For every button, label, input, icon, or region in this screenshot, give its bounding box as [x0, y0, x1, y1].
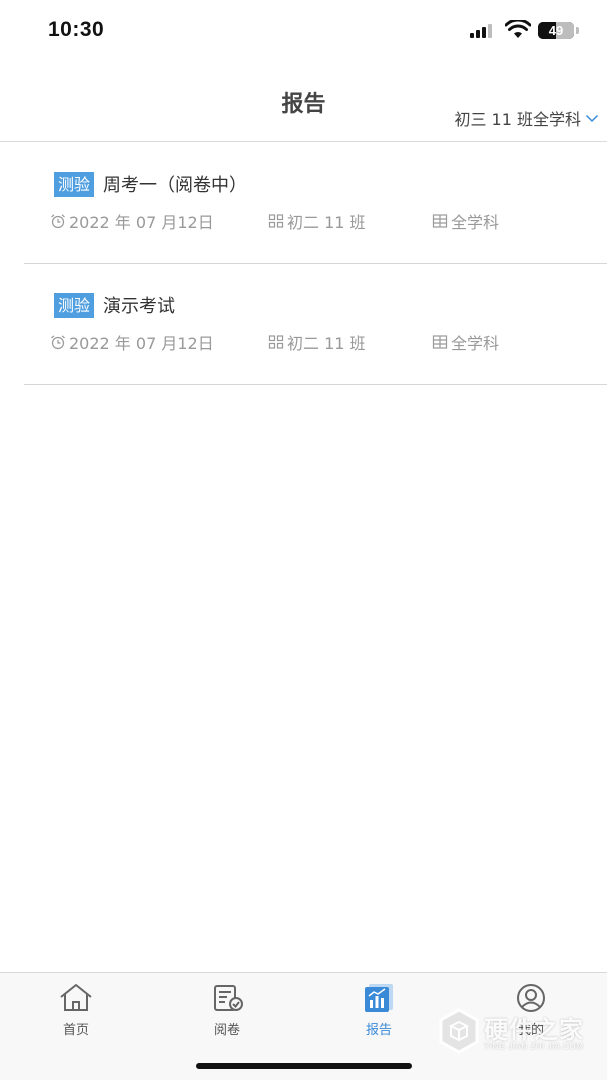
report-title: 演示考试: [103, 296, 176, 317]
tab-review-label: 阅卷: [213, 1023, 240, 1038]
tab-review[interactable]: 阅卷: [187, 983, 267, 1038]
class-group-icon: [268, 214, 284, 228]
home-indicator[interactable]: [196, 1063, 412, 1069]
home-icon: [60, 984, 92, 1011]
report-class-text: 初二 11 班: [287, 334, 366, 353]
report-class: 初二 11 班: [268, 330, 366, 354]
tab-home-label: 首页: [62, 1023, 89, 1038]
report-type-tag: 测验: [54, 292, 95, 318]
report-subject: 全学科: [432, 209, 499, 233]
class-group-icon: [268, 335, 284, 349]
report-type-tag: 测验: [54, 171, 95, 197]
wifi-icon: [505, 20, 531, 38]
report-date: 2022 年 07 月12日: [50, 209, 214, 233]
report-date: 2022 年 07 月12日: [50, 330, 214, 354]
report-class: 初二 11 班: [268, 209, 366, 233]
battery-icon: 49: [538, 22, 574, 39]
class-filter-label: 初三 11 班全学科: [454, 110, 581, 129]
report-subject-text: 全学科: [451, 213, 500, 232]
report-class-text: 初二 11 班: [287, 213, 366, 232]
tab-home[interactable]: 首页: [36, 983, 116, 1038]
cellular-signal-icon: [470, 24, 496, 38]
report-title: 周考一（阅卷中）: [103, 175, 248, 196]
tab-report-label: 报告: [365, 1023, 392, 1038]
report-date-text: 2022 年 07 月12日: [69, 334, 214, 353]
watermark-subtext: YING JIAN ZHI JIA.COM: [484, 1042, 584, 1051]
battery-level: 49: [548, 23, 564, 38]
class-filter-dropdown[interactable]: 初三 11 班全学科: [454, 106, 599, 130]
subject-book-icon: [432, 335, 448, 349]
tab-report[interactable]: 报告: [339, 983, 419, 1038]
report-item[interactable]: 测验 演示考试 2022 年 07 月12日 初二 11 班 全学科: [24, 264, 607, 385]
alarm-clock-icon: [51, 214, 65, 229]
status-time: 10:30: [48, 18, 105, 41]
status-bar: 10:30 49: [0, 0, 607, 62]
report-chart-icon: [365, 984, 393, 1012]
report-subject-text: 全学科: [451, 334, 500, 353]
report-item[interactable]: 测验 周考一（阅卷中） 2022 年 07 月12日 初二 11 班 全学科: [24, 143, 607, 264]
review-paper-icon: [214, 985, 243, 1011]
alarm-clock-icon: [51, 335, 65, 350]
battery-cap: [576, 27, 579, 34]
report-date-text: 2022 年 07 月12日: [69, 213, 214, 232]
header: 报告 初三 11 班全学科: [0, 62, 607, 142]
watermark: 硬件之家 YING JIAN ZHI JIA.COM: [436, 1002, 596, 1062]
report-item-head: 测验 演示考试: [54, 292, 175, 318]
watermark-text: 硬件之家: [484, 1016, 584, 1044]
report-item-head: 测验 周考一（阅卷中）: [54, 171, 247, 197]
subject-book-icon: [432, 214, 448, 228]
report-subject: 全学科: [432, 330, 499, 354]
watermark-logo-icon: [439, 1008, 479, 1054]
report-list: 测验 周考一（阅卷中） 2022 年 07 月12日 初二 11 班 全学科 测…: [24, 143, 607, 385]
chevron-down-icon: [585, 114, 599, 123]
